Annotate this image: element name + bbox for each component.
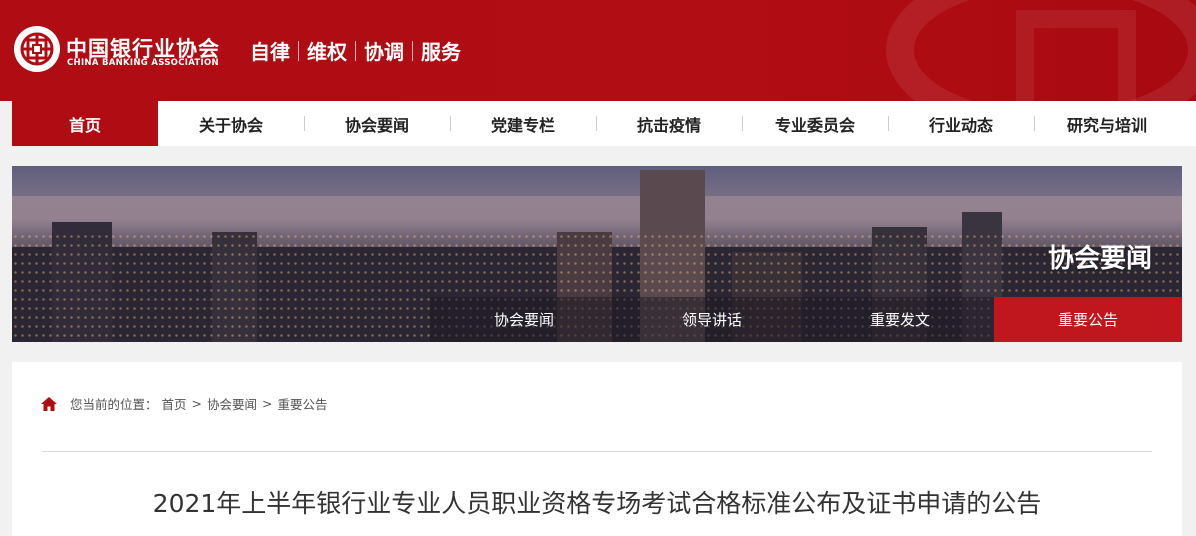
nav-item-label: 协会要闻 (344, 115, 409, 135)
nav-item-industry[interactable]: 行业动态 (888, 101, 1034, 146)
nav-item-home[interactable]: 首页 (12, 101, 158, 146)
logo-icon[interactable] (14, 26, 60, 72)
nav-item-about[interactable]: 关于协会 (158, 101, 304, 146)
slogan: 自律 维权 协调 服务 (250, 36, 461, 65)
divider-line (42, 451, 1152, 452)
nav-item-research[interactable]: 研究与培训 (1034, 101, 1180, 146)
nav-item-epidemic[interactable]: 抗击疫情 (596, 101, 742, 146)
nav-divider (1034, 116, 1035, 131)
banner: 协会要闻 协会要闻 领导讲话 重要发文 重要公告 (12, 166, 1182, 342)
banner-title: 协会要闻 (1047, 244, 1152, 274)
breadcrumb-prefix: 您当前的位置： (70, 397, 158, 412)
nav-divider (450, 116, 451, 131)
subtab-speeches[interactable]: 领导讲话 (618, 297, 806, 342)
subtab-news[interactable]: 协会要闻 (430, 297, 618, 342)
nav-item-label: 关于协会 (198, 115, 263, 135)
slogan-item: 自律 (250, 40, 290, 64)
slogan-item: 协调 (364, 40, 404, 64)
nav-divider (888, 116, 889, 131)
nav-item-label: 行业动态 (928, 115, 993, 135)
nav-item-label: 党建专栏 (490, 115, 555, 135)
main-nav: 首页 关于协会 协会要闻 党建专栏 抗击疫情 专业委员会 行业动态 研究与培训 (12, 101, 1196, 146)
breadcrumb-separator: > (262, 396, 273, 411)
breadcrumb-link-announcements[interactable]: 重要公告 (278, 394, 328, 413)
slogan-item: 服务 (421, 40, 461, 64)
nav-item-party[interactable]: 党建专栏 (450, 101, 596, 146)
nav-item-news[interactable]: 协会要闻 (304, 101, 450, 146)
nav-divider (304, 116, 305, 131)
slogan-divider (355, 40, 356, 61)
breadcrumb-link-news[interactable]: 协会要闻 (207, 394, 257, 413)
nav-item-label: 研究与培训 (1066, 115, 1147, 135)
slogan-divider (412, 40, 413, 61)
nav-item-committees[interactable]: 专业委员会 (742, 101, 888, 146)
article-title: 2021年上半年银行业专业人员职业资格专场考试合格标准公布及证书申请的公告 (152, 489, 1042, 518)
breadcrumb-link-home[interactable]: 首页 (162, 394, 187, 413)
nav-item-label: 专业委员会 (774, 115, 855, 135)
nav-item-label: 抗击疫情 (636, 115, 701, 135)
slogan-item: 维权 (307, 40, 347, 64)
nav-divider (742, 116, 743, 131)
banner-subtabs: 协会要闻 领导讲话 重要发文 重要公告 (430, 297, 1182, 342)
banner-sky (12, 196, 1182, 236)
subtab-documents[interactable]: 重要发文 (806, 297, 994, 342)
content-panel: 您当前的位置： 首页 > 协会要闻 > 重要公告 2021年上半年银行业专业人员… (12, 362, 1182, 536)
logo-text-en[interactable]: CHINA BANKING ASSOCIATION (67, 58, 219, 68)
slogan-divider (298, 40, 299, 61)
nav-divider (596, 116, 597, 131)
subtab-announcements[interactable]: 重要公告 (994, 297, 1182, 342)
header-decoration-square (1016, 10, 1136, 101)
breadcrumb: 您当前的位置： 首页 > 协会要闻 > 重要公告 (40, 394, 332, 413)
home-icon (41, 396, 57, 411)
breadcrumb-separator: > (191, 396, 203, 411)
site-header: 中国银行业协会 CHINA BANKING ASSOCIATION 自律 维权 … (0, 0, 1196, 101)
